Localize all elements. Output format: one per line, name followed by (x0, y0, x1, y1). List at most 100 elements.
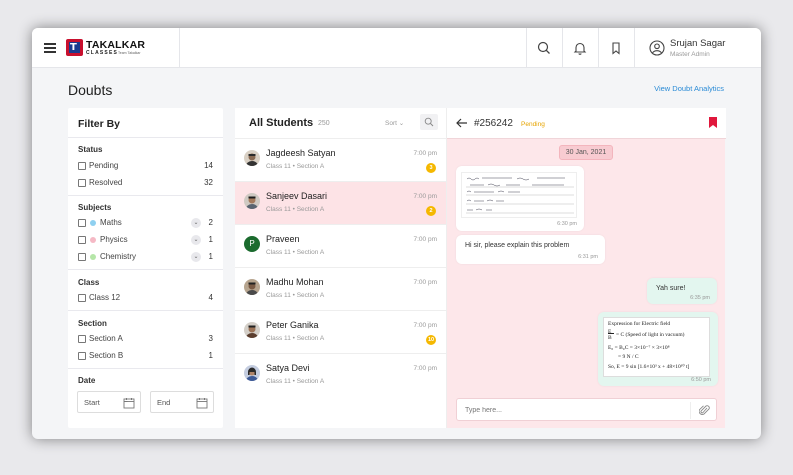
search-icon[interactable] (536, 40, 552, 56)
student-name: Satya Devi (266, 363, 310, 373)
message-time: 6:31 pm (578, 254, 598, 260)
unread-badge: 2 (426, 206, 436, 216)
student-name: Praveen (266, 234, 300, 244)
student-class: Class 11 • Section A (266, 206, 325, 213)
solution-title: Expression for Electric field (608, 321, 671, 327)
bookmark-icon[interactable] (708, 117, 718, 129)
checkbox[interactable] (78, 335, 86, 343)
end-date-field[interactable]: End (150, 391, 214, 413)
message-bubble: 6:30 pm (456, 166, 584, 231)
solution-line-4: So, E = 9 sin [1.6×10³ x + 48×10¹⁰ t] (608, 364, 690, 370)
reply-bubble: Yah sure! 6:35 pm (647, 278, 717, 304)
date-separator: 30 Jan, 2021 (559, 145, 613, 160)
filter-subject-physics[interactable]: Physics ⌄ 1 (78, 235, 213, 247)
unread-badge: 3 (426, 163, 436, 173)
view-doubt-analytics-link[interactable]: View Doubt Analytics (654, 84, 724, 93)
message-bubble: Hi sir, please explain this problem 6:31… (456, 235, 605, 264)
solution-line-2: E₀ = B₀C = 3×10⁻⁷ × 3×10⁸ (608, 345, 670, 351)
students-title: All Students (249, 117, 314, 129)
divider (68, 269, 223, 270)
student-name: Sanjeev Dasari (266, 191, 328, 201)
status-section-title: Status (78, 145, 103, 154)
menu-icon[interactable] (44, 43, 56, 53)
image-attachment[interactable] (461, 172, 577, 218)
unread-badge: 10 (426, 335, 436, 345)
filter-label: Section A (89, 334, 123, 343)
filter-count: 1 (208, 252, 213, 261)
student-row[interactable]: Madhu Mohan Class 11 • Section A 7:00 pm (235, 267, 446, 310)
checkbox[interactable] (78, 179, 86, 187)
user-name[interactable]: Srujan Sagar (670, 38, 725, 49)
student-time: 7:00 pm (413, 236, 438, 243)
checkbox[interactable] (78, 294, 86, 302)
calendar-icon (123, 398, 135, 409)
student-time: 7:00 pm (413, 365, 438, 372)
filter-status-resolved[interactable]: Resolved 32 (78, 178, 213, 190)
student-search-button[interactable] (420, 114, 438, 130)
sort-dropdown[interactable]: Sort ⌄ (385, 119, 404, 127)
student-name: Madhu Mohan (266, 277, 324, 287)
filter-label: Pending (89, 161, 119, 170)
filter-count: 14 (204, 161, 213, 170)
student-time: 7:00 pm (413, 193, 438, 200)
filter-section-b[interactable]: Section B 1 (78, 351, 213, 363)
student-name: Jagdeesh Satyan (266, 148, 336, 158)
student-time: 7:00 pm (413, 322, 438, 329)
chevron-down-icon[interactable]: ⌄ (191, 218, 201, 228)
solution-fraction-denominator: B (608, 335, 612, 341)
start-date-field[interactable]: Start (77, 391, 141, 413)
subject-color-dot (90, 237, 96, 243)
divider (562, 28, 563, 68)
checkbox[interactable] (78, 162, 86, 170)
brand-logo[interactable]: T TAKALKAR CLASSES Team Takalkar (66, 39, 146, 58)
chevron-down-icon[interactable]: ⌄ (191, 252, 201, 262)
filter-count: 3 (208, 334, 213, 343)
chevron-down-icon[interactable]: ⌄ (191, 235, 201, 245)
message-input[interactable] (465, 404, 685, 416)
filter-subject-maths[interactable]: Maths ⌄ 2 (78, 218, 213, 230)
student-time: 7:00 pm (413, 150, 438, 157)
student-row[interactable]: Sanjeev Dasari Class 11 • Section A 7:00… (235, 181, 446, 224)
reply-bubble: Expression for Electric field E B = C (S… (598, 312, 718, 386)
filter-class-12[interactable]: Class 12 4 (78, 293, 213, 305)
fraction-bar (608, 333, 614, 334)
filter-status-pending[interactable]: Pending 14 (78, 161, 213, 173)
divider (68, 368, 223, 369)
student-row[interactable]: Satya Devi Class 11 • Section A 7:00 pm (235, 353, 446, 396)
message-text: Yah sure! (656, 285, 686, 292)
divider (68, 195, 223, 196)
divider (690, 402, 691, 419)
divider (68, 310, 223, 311)
subject-color-dot (90, 254, 96, 260)
avatar (244, 365, 260, 381)
ticket-id: #256242 (474, 118, 513, 129)
solution-attachment[interactable]: Expression for Electric field E B = C (S… (603, 317, 710, 377)
checkbox[interactable] (78, 219, 86, 227)
date-section-title: Date (78, 376, 96, 385)
user-avatar-icon[interactable] (649, 40, 665, 56)
filter-label: Section B (89, 351, 124, 360)
student-row[interactable]: P Praveen Class 11 • Section A 7:00 pm (235, 224, 446, 267)
back-arrow-icon[interactable] (456, 118, 468, 128)
filter-label: Physics (100, 235, 128, 244)
student-row[interactable]: Jagdeesh Satyan Class 11 • Section A 7:0… (235, 138, 446, 181)
checkbox[interactable] (78, 236, 86, 244)
bell-icon[interactable] (572, 40, 588, 56)
checkbox[interactable] (78, 253, 86, 261)
students-count: 250 (318, 120, 330, 127)
student-class: Class 11 • Section A (266, 163, 325, 170)
section-section-title: Section (78, 319, 107, 328)
checkbox[interactable] (78, 352, 86, 360)
divider (68, 137, 223, 138)
bookmark-icon[interactable] (608, 40, 624, 56)
avatar (244, 150, 260, 166)
paperclip-icon[interactable] (699, 404, 710, 416)
avatar (244, 279, 260, 295)
student-row[interactable]: Peter Ganika Class 11 • Section A 7:00 p… (235, 310, 446, 353)
divider (634, 28, 635, 68)
top-bar: T TAKALKAR CLASSES Team Takalkar Srujan … (32, 28, 761, 68)
student-class: Class 11 • Section A (266, 249, 325, 256)
filter-subject-chemistry[interactable]: Chemistry ⌄ 1 (78, 252, 213, 264)
filter-section-a[interactable]: Section A 3 (78, 334, 213, 346)
filter-count: 2 (208, 218, 213, 227)
